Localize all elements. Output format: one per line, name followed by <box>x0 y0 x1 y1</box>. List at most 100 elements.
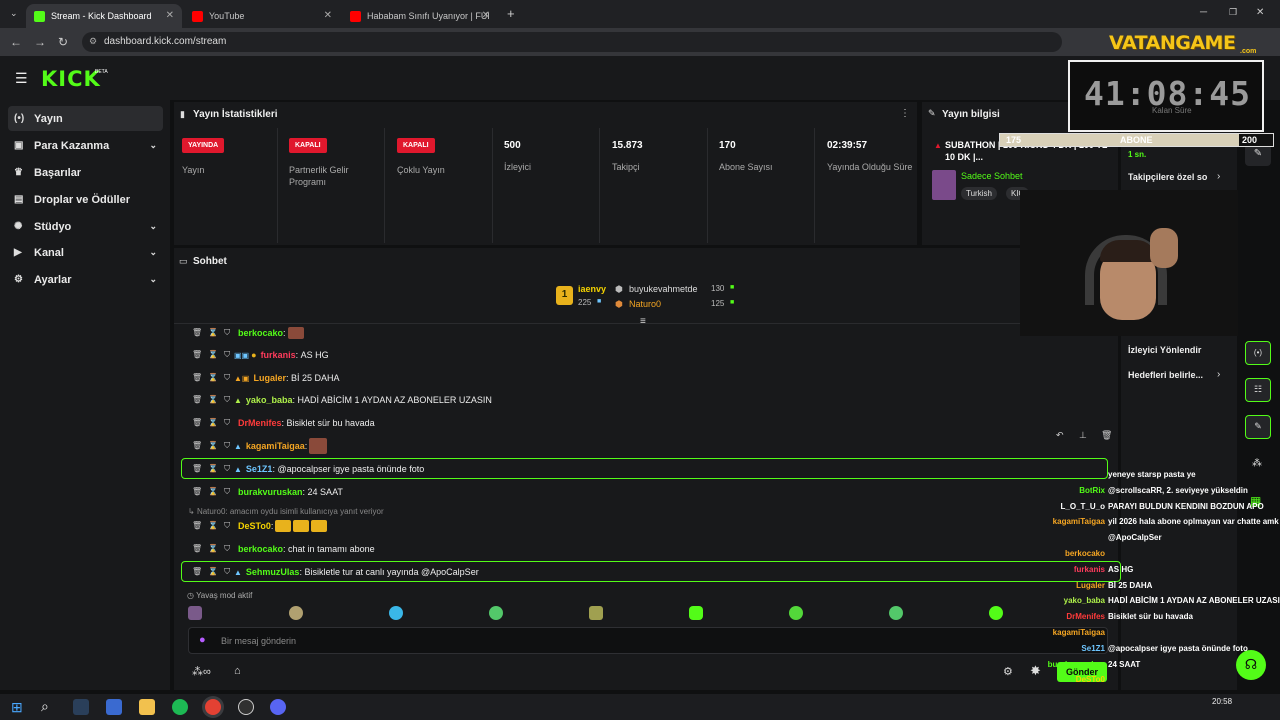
kicks-icon[interactable]: ⁂∞ <box>192 665 211 678</box>
chat-username[interactable]: berkocako <box>238 328 283 338</box>
close-tab-icon[interactable]: ✕ <box>324 10 332 21</box>
discord-icon[interactable] <box>270 699 286 715</box>
broadcast-icon: (•) <box>14 113 25 124</box>
sidebar-item-droplar[interactable]: ▤ Droplar ve Ödüller <box>8 187 163 212</box>
emote[interactable] <box>889 606 903 620</box>
emote[interactable] <box>289 606 303 620</box>
pinned-toggle-icon[interactable]: ≡ <box>640 316 646 327</box>
mod-tools-icon[interactable]: 🗑⌛⛉ <box>192 395 234 405</box>
emote[interactable] <box>689 606 703 620</box>
overlay-chat-text: @apocalpser igye pasta önünde foto <box>1108 643 1248 653</box>
layout-button[interactable]: ☷ <box>1245 378 1271 402</box>
file-explorer-icon[interactable] <box>139 699 155 715</box>
emote[interactable] <box>589 606 603 620</box>
emote[interactable] <box>389 606 403 620</box>
chevron-right-icon: › <box>1217 369 1221 380</box>
url-field[interactable]: ⚙ dashboard.kick.com/stream <box>82 32 1062 52</box>
sidebar-item-ayarlar[interactable]: ⚙ Ayarlar ⌄ <box>8 267 163 292</box>
category-name[interactable]: Sadece Sohbet <box>961 171 1023 181</box>
more-options-icon[interactable]: ⋮ <box>900 108 910 119</box>
goals-setting[interactable]: Hedefleri belirle... <box>1128 370 1203 380</box>
followers-only-setting[interactable]: Takipçilere özel so <box>1128 172 1207 182</box>
broadcast-button[interactable]: (•) <box>1245 341 1271 365</box>
tab-list-icon[interactable]: ⌄ <box>10 8 18 19</box>
store-app-icon[interactable] <box>106 699 122 715</box>
mod-tools-icon[interactable]: 🗑⌛⛉ <box>192 464 234 474</box>
chat-username[interactable]: furkanis <box>261 350 296 360</box>
info-title: Yayın bilgisi <box>942 109 1000 120</box>
leader-name[interactable]: Naturo0 <box>629 299 661 309</box>
close-window-icon[interactable]: ✕ <box>1256 7 1264 18</box>
sidebar-item-studyo[interactable]: ✺ Stüdyo ⌄ <box>8 214 163 239</box>
leader-name[interactable]: iaenvy <box>578 284 606 294</box>
mod-tools-icon[interactable]: 🗑⌛⛉ <box>192 328 234 338</box>
edit-button[interactable]: ✎ <box>1245 144 1271 166</box>
close-tab-icon[interactable]: ✕ <box>482 10 490 21</box>
start-icon[interactable]: ⊞ <box>11 699 23 716</box>
gift-icon: ■ <box>730 284 735 291</box>
spotify-icon[interactable] <box>172 699 188 715</box>
chat-username[interactable]: SehmuzUlas <box>246 567 300 577</box>
kick-favicon <box>34 10 45 22</box>
sub-goal-bar: 175 ABONE 200 <box>999 133 1274 147</box>
forward-icon[interactable]: → <box>34 35 46 49</box>
raid-setting[interactable]: İzleyici Yönlendir <box>1128 345 1201 355</box>
steam-icon[interactable] <box>73 699 89 715</box>
emote[interactable] <box>789 606 803 620</box>
badge-icons: ▲ <box>234 464 242 474</box>
back-icon[interactable]: ← <box>10 35 22 49</box>
chat-username[interactable]: berkocako <box>238 544 283 554</box>
mod-tools-icon[interactable]: 🗑⌛⛉ <box>192 418 234 428</box>
share-icon[interactable]: ⁂ <box>1252 458 1262 469</box>
badge-icons: ▲ <box>234 395 242 405</box>
chat-input[interactable]: ● Bir mesaj gönderin <box>188 627 1108 654</box>
sidebar-item-para-kazanma[interactable]: ▣ Para Kazanma ⌄ <box>8 133 163 158</box>
chat-username[interactable]: DrMenifes <box>238 418 282 428</box>
mod-tools-icon[interactable]: 🗑⌛⛉ <box>192 350 234 360</box>
obs-icon[interactable] <box>238 699 254 715</box>
microphone-icon[interactable]: ● <box>199 634 206 646</box>
overlay-chat-name: berkocako <box>1065 691 1105 692</box>
chat-username[interactable]: kagamiTaigaa <box>246 441 305 451</box>
site-info-icon[interactable]: ⚙ <box>89 36 97 47</box>
chat-username[interactable]: burakvuruskan <box>238 487 303 497</box>
kick-logo[interactable]: KICK <box>41 67 101 91</box>
tools-button[interactable]: ✎ <box>1245 415 1271 439</box>
chrome-icon[interactable] <box>205 699 221 715</box>
mod-tools-icon[interactable]: 🗑⌛⛉ <box>192 487 234 497</box>
minimize-icon[interactable]: ─ <box>1200 7 1207 18</box>
restore-icon[interactable]: ❐ <box>1229 7 1237 18</box>
mod-tools-icon[interactable]: 🗑⌛⛉ <box>192 373 234 383</box>
leader-name[interactable]: buyukevahmetde <box>629 284 698 294</box>
reload-icon[interactable]: ↻ <box>58 35 68 49</box>
tab-hababam[interactable]: Hababam Sınıfı Uyanıyor | FULL ✕ <box>342 4 498 28</box>
close-tab-icon[interactable]: ✕ <box>166 10 174 21</box>
tab-kick-dashboard[interactable]: Stream - Kick Dashboard ✕ <box>26 4 182 28</box>
mod-tools-icon[interactable]: 🗑⌛⛉ <box>192 544 234 554</box>
stat-label: Partnerlik Gelir Programı <box>289 165 349 187</box>
stat-coklu-yayin: KAPALI Çoklu Yayın <box>389 128 493 243</box>
sidebar-item-yayin[interactable]: (•) Yayın <box>8 106 163 131</box>
mod-tools-icon[interactable]: 🗑⌛⛉ <box>192 567 234 577</box>
emote[interactable] <box>489 606 503 620</box>
sidebar-item-basarilar[interactable]: ♛ Başarılar <box>8 160 163 185</box>
chat-username[interactable]: yako_baba <box>246 395 293 405</box>
sidebar-item-kanal[interactable]: ▶ Kanal ⌄ <box>8 240 163 265</box>
pin-icon[interactable]: ⊥ <box>1079 430 1087 441</box>
chat-username[interactable]: DeSTo0 <box>238 521 271 531</box>
emote[interactable] <box>188 606 202 620</box>
undo-icon[interactable]: ↶ <box>1056 430 1064 441</box>
delete-icon[interactable]: 🗑 <box>1101 430 1112 441</box>
gift-icon: ▤ <box>14 194 24 205</box>
stat-value: 02:39:57 <box>827 140 868 151</box>
store-icon[interactable]: ⌂ <box>234 665 241 677</box>
stat-label: Abone Sayısı <box>719 162 773 172</box>
mod-tools-icon[interactable]: 🗑⌛⛉ <box>192 441 234 451</box>
chat-username[interactable]: Se1Z1 <box>246 464 273 474</box>
search-icon[interactable]: ⌕ <box>41 698 49 715</box>
new-tab-icon[interactable]: + <box>507 6 515 21</box>
mod-tools-icon[interactable]: 🗑⌛⛉ <box>192 521 234 531</box>
menu-icon[interactable]: ☰ <box>15 70 28 87</box>
tab-youtube[interactable]: YouTube ✕ <box>184 4 340 28</box>
chat-username[interactable]: Lugaler <box>253 373 286 383</box>
